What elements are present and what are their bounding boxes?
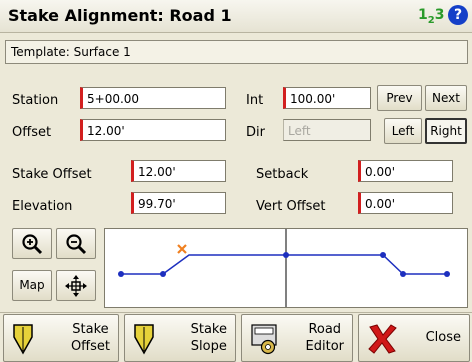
vert-offset-field[interactable]: 0.00' xyxy=(358,192,453,214)
right-button[interactable]: Right xyxy=(425,118,467,144)
pan-icon xyxy=(65,275,87,297)
road-editor-button[interactable]: Road Editor xyxy=(241,314,353,362)
template-point xyxy=(400,271,406,277)
stake-icon xyxy=(134,324,154,355)
template-point xyxy=(444,271,450,277)
cross-section-graph[interactable] xyxy=(104,228,468,308)
template-point xyxy=(380,252,386,258)
setback-label: Setback xyxy=(256,167,309,182)
close-icon xyxy=(368,324,397,354)
stake-icon xyxy=(13,324,33,355)
stake-slope-button[interactable]: Stake Slope xyxy=(124,314,236,362)
prev-button[interactable]: Prev xyxy=(377,85,422,111)
elevation-field[interactable]: 99.70' xyxy=(131,192,226,214)
pan-button[interactable] xyxy=(56,270,96,301)
template-point xyxy=(160,271,166,277)
zoom-in-icon xyxy=(22,234,43,255)
next-button[interactable]: Next xyxy=(425,85,467,111)
stake-offset-button[interactable]: Stake Offset xyxy=(3,314,119,362)
stake-slope-button-label: Stake Slope xyxy=(190,322,227,354)
stake-offset-button-label: Stake Offset xyxy=(70,322,110,354)
template-point xyxy=(283,252,289,258)
direction-field: Left xyxy=(283,119,371,141)
road-editor-icon xyxy=(251,324,277,355)
cross-section-canvas xyxy=(118,229,450,307)
left-button[interactable]: Left xyxy=(384,118,422,144)
vert-offset-label: Vert Offset xyxy=(256,199,326,214)
window-title: Stake Alignment: Road 1 xyxy=(8,6,232,25)
interval-field[interactable]: 100.00' xyxy=(283,87,371,109)
cross-section-line xyxy=(121,254,447,275)
zoom-in-button[interactable] xyxy=(12,228,52,259)
offset-label: Offset xyxy=(12,125,52,140)
zoom-out-icon xyxy=(66,234,87,255)
offset-field[interactable]: 12.00' xyxy=(80,119,226,141)
int-label: Int xyxy=(246,93,264,108)
setback-field[interactable]: 0.00' xyxy=(358,160,453,182)
station-field[interactable]: 5+00.00 xyxy=(80,87,226,109)
close-button[interactable]: Close xyxy=(358,314,470,362)
close-button-label: Close xyxy=(425,330,461,345)
elevation-label: Elevation xyxy=(12,199,73,214)
map-button[interactable]: Map xyxy=(12,270,52,301)
road-editor-button-label: Road Editor xyxy=(305,322,344,354)
stake-offset-label: Stake Offset xyxy=(12,167,92,182)
numeric-input-icon[interactable]: 123 xyxy=(418,7,444,26)
help-icon[interactable]: ? xyxy=(448,5,468,25)
template-label[interactable]: Template: Surface 1 xyxy=(5,40,468,64)
dir-label: Dir xyxy=(246,125,265,140)
toolbar-divider xyxy=(0,312,472,313)
template-point xyxy=(118,271,124,277)
stake-offset-field[interactable]: 12.00' xyxy=(131,160,226,182)
title-bar: Stake Alignment: Road 1 123 ? xyxy=(0,0,472,33)
stake-marker-icon xyxy=(177,244,187,254)
station-label: Station xyxy=(12,93,59,108)
zoom-out-button[interactable] xyxy=(56,228,96,259)
